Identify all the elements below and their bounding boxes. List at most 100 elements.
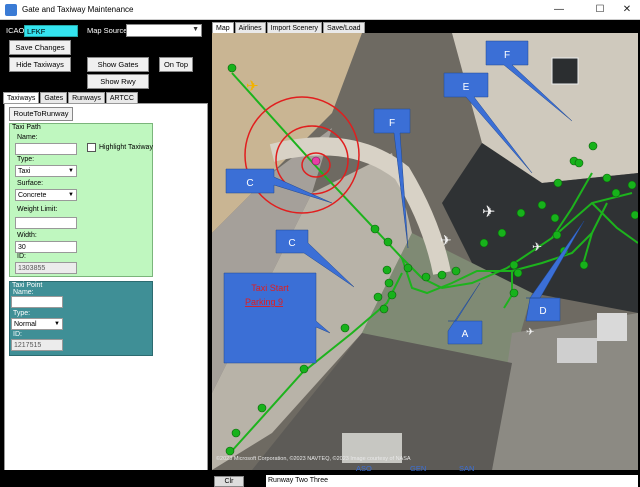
map-marker-icon <box>509 260 519 270</box>
map-marker-icon <box>340 323 350 333</box>
map-marker-icon <box>437 270 447 280</box>
map-marker-icon <box>421 272 431 282</box>
runway-field[interactable]: Runway Two Three <box>266 475 638 487</box>
helipad <box>551 57 579 85</box>
map-marker-icon <box>611 188 621 198</box>
name-label: Name: <box>17 134 38 141</box>
id-label: ID: <box>17 253 26 260</box>
map-marker-icon <box>379 304 389 314</box>
taxi-id-field: 1303855 <box>15 262 77 274</box>
taxi-point-label: Taxi Point <box>12 282 43 289</box>
clear-button[interactable]: Clr <box>214 476 244 487</box>
airplane-icon: ✈ <box>482 204 495 221</box>
save-changes-button[interactable]: Save Changes <box>9 40 71 55</box>
taxi-start-label-line1: Taxi Start <box>251 283 289 293</box>
point-type-label: Type: <box>13 310 31 317</box>
map-source-label: Map Source: <box>87 26 130 35</box>
app-icon <box>5 4 17 16</box>
point-id-field: 1217515 <box>11 339 63 351</box>
highlight-taxiway-checkbox[interactable] <box>87 143 96 152</box>
map-marker-icon <box>516 208 526 218</box>
map-marker-icon <box>387 290 397 300</box>
map-marker-icon <box>602 173 612 183</box>
map-view[interactable]: ✈ ✈ ✈ ✈ ✈ F E F C C A D Taxi Start Parki… <box>212 33 638 470</box>
map-marker-icon <box>383 237 393 247</box>
surface-label: Surface: <box>17 180 44 187</box>
callout-label-c-left: C <box>246 178 253 189</box>
taxi-start-label-line2: Parking 9 <box>245 297 283 307</box>
map-marker-icon <box>509 288 519 298</box>
map-marker-icon <box>257 403 267 413</box>
map-marker-icon <box>299 364 309 374</box>
surface-value: Concrete <box>18 192 47 199</box>
map-marker-icon <box>574 158 584 168</box>
selected-pin-icon[interactable] <box>311 156 321 166</box>
map-marker-icon <box>370 224 380 234</box>
map-attribution: ©2023 Microsoft Corporation, ©2023 NAVTE… <box>216 455 411 462</box>
map-marker-icon <box>382 265 392 275</box>
building <box>597 313 627 341</box>
weight-limit-input[interactable] <box>15 217 77 229</box>
minimize-button[interactable]: — <box>548 2 570 18</box>
taxi-type-select[interactable]: Taxi ▼ <box>15 165 77 177</box>
close-button[interactable]: ✕ <box>616 2 638 18</box>
map-marker-icon <box>627 180 637 190</box>
map-marker-icon <box>553 178 563 188</box>
airplane-icon: ✈ <box>246 78 259 95</box>
callout-label-f-mid: F <box>389 118 395 129</box>
width-input[interactable]: 30 <box>15 241 77 253</box>
chevron-down-icon: ▼ <box>192 26 199 33</box>
callout-label-e: E <box>463 82 470 93</box>
hide-taxiways-button[interactable]: Hide Taxiways <box>9 57 71 72</box>
icao-label: ICAO <box>6 26 25 35</box>
map-marker-icon <box>513 268 523 278</box>
map-marker-icon <box>231 428 241 438</box>
callout-label-c-mid: C <box>288 238 295 249</box>
route-to-runway-button[interactable]: RouteToRunway <box>9 107 73 121</box>
point-type-select[interactable]: Normal ▼ <box>11 318 63 330</box>
chevron-down-icon: ▼ <box>54 321 60 327</box>
map-marker-icon <box>630 210 638 220</box>
taxi-type-value: Taxi <box>18 168 31 175</box>
on-top-button[interactable]: On Top <box>159 57 193 72</box>
map-marker-icon <box>227 63 237 73</box>
point-name-input[interactable] <box>11 296 63 308</box>
airplane-icon: ✈ <box>532 240 542 254</box>
freq-label-aso: ASO <box>356 464 372 473</box>
window-title: Gate and Taxiway Maintenance <box>22 5 134 14</box>
taxi-name-input[interactable] <box>15 143 77 155</box>
map-canvas[interactable]: ✈ ✈ ✈ ✈ ✈ F E F C C A D Taxi Start Parki… <box>212 33 638 470</box>
taxi-path-label: Taxi Path <box>12 124 41 131</box>
highlight-taxiway-label: Highlight Taxiway <box>99 144 153 151</box>
map-marker-icon <box>579 260 589 270</box>
freq-label-gen: GEN <box>410 464 427 473</box>
freq-label-san: SAN <box>459 464 475 473</box>
callout-label-a: A <box>462 329 469 340</box>
map-source-select[interactable]: ▼ <box>126 24 202 37</box>
map-marker-icon <box>373 292 383 302</box>
point-type-value: Normal <box>14 321 37 328</box>
chevron-down-icon: ▼ <box>68 168 74 174</box>
building <box>557 338 597 363</box>
point-name-label: Name: <box>13 289 34 296</box>
airplane-icon: ✈ <box>526 327 534 338</box>
callout-label-d: D <box>539 306 546 317</box>
airplane-icon: ✈ <box>440 232 452 248</box>
map-marker-icon <box>479 238 489 248</box>
show-rwy-names-button[interactable]: Show Rwy Names <box>87 74 149 99</box>
map-marker-icon <box>403 263 413 273</box>
type-label: Type: <box>17 156 35 163</box>
map-marker-icon <box>588 141 598 151</box>
map-marker-icon <box>550 213 560 223</box>
map-marker-icon <box>451 266 461 276</box>
weight-limit-label: Weight Limit: <box>17 206 58 213</box>
map-marker-icon <box>552 230 562 240</box>
surface-select[interactable]: Concrete ▼ <box>15 189 77 201</box>
map-marker-icon <box>497 228 507 238</box>
width-label: Width: <box>17 232 37 239</box>
icao-input[interactable]: LFKF <box>24 25 78 37</box>
map-marker-icon <box>225 446 235 456</box>
callout-label-f-top: F <box>504 50 510 61</box>
maximize-button[interactable]: ☐ <box>589 2 611 18</box>
show-gates-button[interactable]: Show Gates <box>87 57 149 72</box>
